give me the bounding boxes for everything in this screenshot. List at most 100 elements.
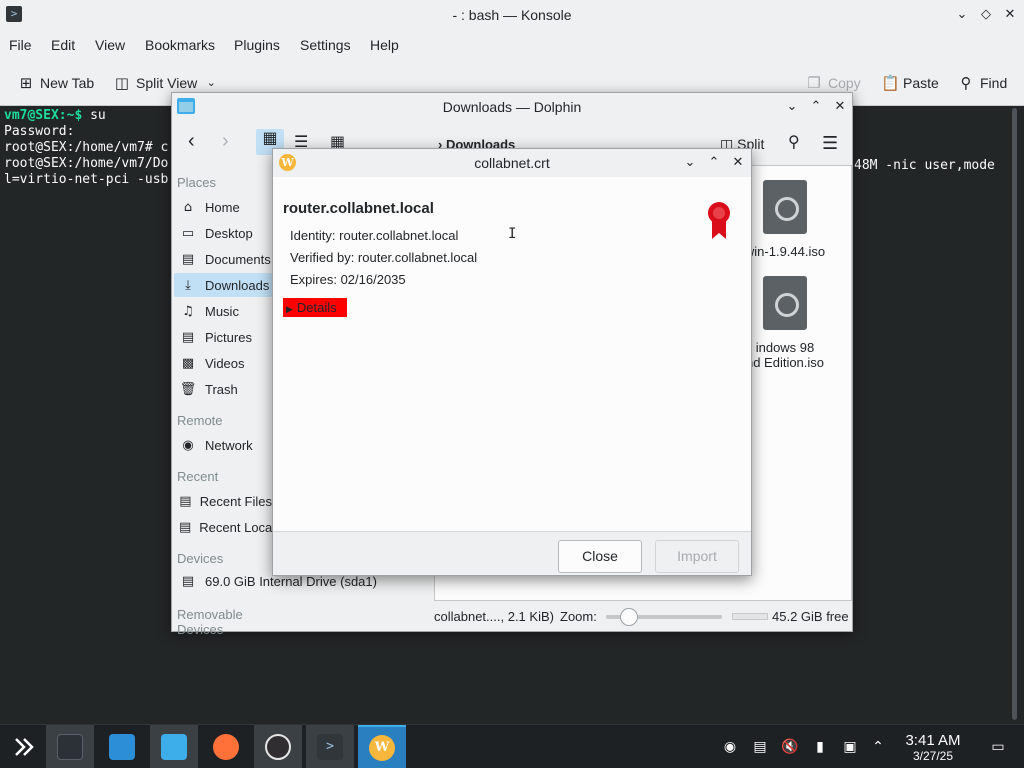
certificate-identity: Identity: router.collabnet.local [290,228,459,243]
sidebar-item-recent-files[interactable]: ▤ Recent Files [174,489,272,513]
zoom-slider-handle[interactable] [620,608,639,626]
obs-tray-icon[interactable]: ◉ [720,737,740,757]
disc-image-icon [763,276,807,330]
taskbar-discover[interactable] [98,725,146,768]
menu-help[interactable]: Help [370,37,399,53]
picture-icon: ▤ [181,329,195,345]
minimize-icon[interactable]: ⌄ [780,92,804,122]
terminal-command: su [82,108,106,123]
minimize-icon[interactable]: ⌄ [678,148,702,178]
terminal-scrollbar[interactable] [1012,108,1017,720]
new-tab-button[interactable]: ⊞ New Tab [18,72,95,94]
sidebar-item-label: Desktop [205,225,253,241]
obs-icon [265,734,291,760]
taskbar-certificate-viewer[interactable]: W [358,725,406,768]
terminal-icon: > [317,734,343,760]
import-button[interactable]: Import [655,540,739,573]
sidebar-item-label: Trash [205,381,238,397]
taskbar-konsole[interactable]: > [306,725,354,768]
close-icon[interactable]: ✕ [828,92,852,122]
network-icon[interactable]: ▣ [840,737,860,757]
sidebar-item-label: Pictures [205,329,252,345]
certificate-dialog: W collabnet.crt ⌄ ⌃ ✕ router.collabnet.l… [272,148,752,576]
clock-date: 3/27/25 [912,749,954,763]
remote-header: Remote [177,413,223,428]
dialog-titlebar[interactable]: W collabnet.crt ⌄ ⌃ ✕ [273,149,751,177]
menu-plugins[interactable]: Plugins [234,37,280,53]
taskbar-settings[interactable] [46,725,94,768]
sidebar-item-label: Network [205,437,253,453]
video-icon: ▩ [181,355,195,371]
menu-view[interactable]: View [95,37,125,53]
menu-file[interactable]: File [9,37,32,53]
drive-icon: ▤ [181,573,195,589]
sidebar-item-desktop[interactable]: ▭ Desktop [174,221,272,245]
sidebar-item-trash[interactable]: 🗑 Trash [174,377,272,401]
close-icon[interactable]: ✕ [998,0,1022,30]
maximize-icon[interactable]: ⌃ [804,92,828,122]
sidebar-item-videos[interactable]: ▩ Videos [174,351,272,375]
menu-bookmarks[interactable]: Bookmarks [145,37,215,53]
terminal-prompt: vm7@SEX:~$ [4,108,83,123]
trash-icon: 🗑 [179,381,197,397]
search-icon[interactable]: ⚲ [788,133,800,153]
close-icon[interactable]: ✕ [726,148,750,178]
app-launcher-button[interactable] [0,725,48,768]
paste-icon: 📋 [881,74,900,92]
show-desktop-icon[interactable]: ▭ [988,737,1008,757]
chevron-up-icon[interactable]: ⌃ [868,737,888,757]
menu-settings[interactable]: Settings [300,37,351,53]
sidebar-item-network[interactable]: ◉ Network [174,433,272,457]
sidebar-item-recent-locations[interactable]: ▤ Recent Locations [174,515,272,539]
sidebar-item-documents[interactable]: ▤ Documents [174,247,272,271]
store-icon [109,734,135,760]
hamburger-menu-icon[interactable]: ☰ [822,133,838,153]
network-icon: ◉ [182,437,194,453]
find-button[interactable]: ⚲ Find [958,72,1008,94]
clipboard-icon[interactable]: ▤ [750,737,770,757]
taskbar-firefox[interactable] [202,725,250,768]
removable-devices-header: Removable Devices [177,607,243,637]
usb-icon[interactable]: ▮ [810,737,830,757]
maximize-icon[interactable]: ◇ [974,0,998,30]
sidebar-item-downloads[interactable]: ⤓ Downloads [174,273,272,297]
paste-button[interactable]: 📋 Paste [881,72,939,94]
sidebar-item-pictures[interactable]: ▤ Pictures [174,325,272,349]
recent-locations-icon: ▤ [179,519,192,535]
menu-edit[interactable]: Edit [51,37,75,53]
clock-time: 3:41 AM [905,732,961,749]
taskbar-obs[interactable] [254,725,302,768]
konsole-titlebar[interactable]: > - : bash — Konsole ⌄ ◇ ✕ [0,0,1024,30]
sidebar-item-home[interactable]: ⌂ Home [174,195,272,219]
back-icon[interactable]: ‹ [188,131,195,151]
terminal-line: root@SEX:/home/vm7# c [4,140,169,155]
copy-button[interactable]: ❐ Copy [806,72,860,94]
devices-header: Devices [177,551,224,566]
sidebar-item-label: Videos [205,355,245,371]
sidebar-item-label: Home [205,199,240,215]
sidebar-item-music[interactable]: ♫ Music [174,299,272,323]
terminal-line: l=virtio-net-pci -usb [4,172,169,187]
status-bar: collabnet...., 2.1 KiB) Zoom: 45.2 GiB f… [434,605,852,629]
volume-muted-icon[interactable]: 🔇 [780,737,800,757]
taskbar-dolphin[interactable] [150,725,198,768]
certificate-viewer-icon: W [369,735,395,761]
dolphin-titlebar[interactable]: Downloads — Dolphin ⌄ ⌃ ✕ [172,93,852,121]
minimize-icon[interactable]: ⌄ [950,0,974,30]
places-header: Places [177,175,217,190]
details-expander[interactable]: ▶ Details [283,298,347,317]
split-view-button[interactable]: ◫ Split View ⌄ [114,72,219,94]
sidebar-item-label: Downloads [205,277,270,293]
certificate-expires: Expires: 02/16/2035 [290,272,406,287]
paste-label: Paste [903,75,939,91]
maximize-icon[interactable]: ⌃ [702,148,726,178]
forward-icon[interactable]: › [222,131,229,151]
certificate-verified-by: Verified by: router.collabnet.local [290,250,478,265]
clock[interactable]: 3:41 AM 3/27/25 [898,732,968,764]
free-space-bar [732,613,768,620]
close-button[interactable]: Close [558,540,642,573]
launcher-icon [15,738,34,756]
home-icon: ⌂ [183,199,193,215]
terminal-line: Password: [4,124,75,139]
sidebar-item-label: Recent Locations [199,519,272,535]
